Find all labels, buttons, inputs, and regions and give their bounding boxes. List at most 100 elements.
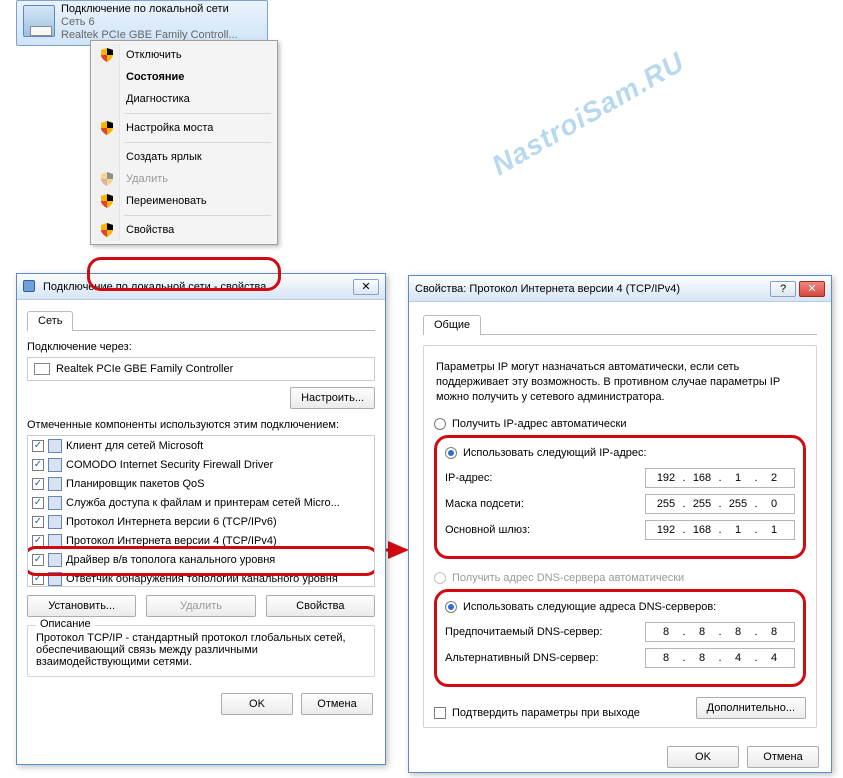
gateway-label: Основной шлюз: — [445, 524, 530, 536]
shield-icon — [100, 48, 114, 62]
component-icon — [48, 496, 62, 510]
ctx-diagnostics[interactable]: Диагностика — [94, 88, 274, 110]
install-button[interactable]: Установить... — [27, 595, 136, 617]
dialog-title: Подключение по локальной сети - свойства — [43, 281, 266, 293]
titlebar[interactable]: Подключение по локальной сети - свойства… — [17, 274, 385, 300]
checkbox-icon — [434, 707, 446, 719]
adapter-icon — [23, 5, 55, 37]
close-icon: ✕ — [807, 282, 816, 295]
radio-icon — [434, 572, 446, 584]
adapter-network: Сеть 6 — [61, 16, 238, 29]
close-button[interactable]: ✕ — [353, 279, 379, 295]
connection-properties-dialog: Подключение по локальной сети - свойства… — [16, 273, 386, 765]
gateway-input[interactable]: 192. 168. 1. 1 — [645, 520, 795, 540]
shield-icon — [100, 121, 114, 135]
list-item[interactable]: Ответчик обнаружения топологии канальног… — [28, 569, 374, 587]
list-item[interactable]: Протокол Интернета версии 6 (TCP/IPv6) — [28, 512, 374, 531]
close-icon: ✕ — [361, 280, 370, 293]
list-item[interactable]: Клиент для сетей Microsoft — [28, 436, 374, 455]
checkbox[interactable] — [32, 440, 44, 452]
dns2-label: Альтернативный DNS-сервер: — [445, 652, 599, 664]
adapter-field: Realtek PCIe GBE Family Controller — [27, 357, 375, 381]
tab-general[interactable]: Общие — [423, 315, 481, 335]
ip-auto-radio[interactable]: Получить IP-адрес автоматически — [434, 418, 626, 430]
radio-icon — [445, 601, 457, 613]
checkbox[interactable] — [32, 573, 44, 585]
dns-auto-radio: Получить адрес DNS-сервера автоматически — [434, 572, 684, 584]
ctx-delete: Удалить — [94, 168, 274, 190]
checkbox[interactable] — [32, 497, 44, 509]
component-icon — [48, 553, 62, 567]
dns1-label: Предпочитаемый DNS-сервер: — [445, 626, 602, 638]
ctx-bridge[interactable]: Настройка моста — [94, 117, 274, 139]
dialog-title: Свойства: Протокол Интернета версии 4 (T… — [415, 283, 680, 295]
cancel-button[interactable]: Отмена — [301, 693, 373, 715]
adapter-name: Realtek PCIe GBE Family Controller — [56, 363, 233, 375]
properties-button[interactable]: Свойства — [266, 595, 375, 617]
ctx-rename[interactable]: Переименовать — [94, 190, 274, 212]
ctx-disable[interactable]: Отключить — [94, 44, 274, 66]
tabs: Общие — [423, 314, 817, 335]
shield-icon — [100, 194, 114, 208]
checkbox[interactable] — [32, 535, 44, 547]
ip-manual-radio[interactable]: Использовать следующий IP-адрес: — [445, 447, 647, 459]
shield-icon — [100, 172, 114, 186]
connect-via-label: Подключение через: — [27, 341, 375, 353]
radio-icon — [445, 447, 457, 459]
watermark: NastroiSam.RU — [488, 48, 690, 181]
tab-network[interactable]: Сеть — [27, 311, 73, 331]
ip-label: IP-адрес: — [445, 472, 492, 484]
ok-button[interactable]: OK — [221, 693, 293, 715]
tabs: Сеть — [27, 310, 375, 331]
checkbox[interactable] — [32, 554, 44, 566]
titlebar[interactable]: Свойства: Протокол Интернета версии 4 (T… — [409, 276, 831, 302]
mask-label: Маска подсети: — [445, 498, 524, 510]
components-label: Отмеченные компоненты используются этим … — [27, 419, 375, 431]
component-icon — [48, 477, 62, 491]
adapter-title: Подключение по локальной сети — [61, 3, 238, 16]
dns-manual-radio[interactable]: Использовать следующие адреса DNS-сервер… — [445, 601, 716, 613]
mask-input[interactable]: 255. 255. 255. 0 — [645, 494, 795, 514]
nic-icon — [34, 363, 50, 375]
advanced-button[interactable]: Дополнительно... — [696, 697, 806, 719]
shield-icon — [100, 223, 114, 237]
ip-manual-group: Использовать следующий IP-адрес: IP-адре… — [434, 435, 806, 559]
remove-button: Удалить — [146, 595, 255, 617]
intro-text: Параметры IP могут назначаться автоматич… — [436, 360, 804, 405]
list-item[interactable]: Драйвер в/в тополога канального уровня — [28, 550, 374, 569]
cancel-button[interactable]: Отмена — [747, 746, 819, 768]
component-icon — [48, 458, 62, 472]
description-group: Описание Протокол TCP/IP - стандартный п… — [27, 625, 375, 677]
checkbox[interactable] — [32, 459, 44, 471]
ok-button[interactable]: OK — [667, 746, 739, 768]
help-button[interactable]: ? — [770, 281, 796, 297]
checkbox[interactable] — [32, 516, 44, 528]
radio-icon — [434, 418, 446, 430]
checkbox[interactable] — [32, 478, 44, 490]
list-item[interactable]: Протокол Интернета версии 4 (TCP/IPv4) — [28, 531, 374, 550]
dns1-input[interactable]: 8. 8. 8. 8 — [645, 622, 795, 642]
ctx-shortcut[interactable]: Создать ярлык — [94, 146, 274, 168]
list-item[interactable]: Планировщик пакетов QoS — [28, 474, 374, 493]
ctx-status[interactable]: Состояние — [94, 66, 274, 88]
confirm-checkbox[interactable]: Подтвердить параметры при выходе — [434, 707, 640, 719]
help-icon: ? — [780, 283, 786, 295]
list-item[interactable]: COMODO Internet Security Firewall Driver — [28, 455, 374, 474]
component-icon — [48, 439, 62, 453]
configure-button[interactable]: Настроить... — [290, 387, 375, 409]
description-caption: Описание — [36, 618, 95, 630]
components-list[interactable]: Клиент для сетей Microsoft COMODO Intern… — [27, 435, 375, 587]
description-text: Протокол TCP/IP - стандартный протокол г… — [36, 632, 366, 668]
ip-input[interactable]: 192. 168. 1. 2 — [645, 468, 795, 488]
list-item[interactable]: Служба доступа к файлам и принтерам сете… — [28, 493, 374, 512]
close-button[interactable]: ✕ — [799, 281, 825, 297]
component-icon — [48, 572, 62, 586]
dns-manual-group: Использовать следующие адреса DNS-сервер… — [434, 589, 806, 687]
component-icon — [48, 515, 62, 529]
ctx-properties[interactable]: Свойства — [94, 219, 274, 241]
component-icon — [48, 534, 62, 548]
ipv4-properties-dialog: Свойства: Протокол Интернета версии 4 (T… — [408, 275, 832, 773]
dialog-icon — [23, 280, 37, 294]
dns2-input[interactable]: 8. 8. 4. 4 — [645, 648, 795, 668]
context-menu: Отключить Состояние Диагностика Настройк… — [90, 40, 278, 245]
